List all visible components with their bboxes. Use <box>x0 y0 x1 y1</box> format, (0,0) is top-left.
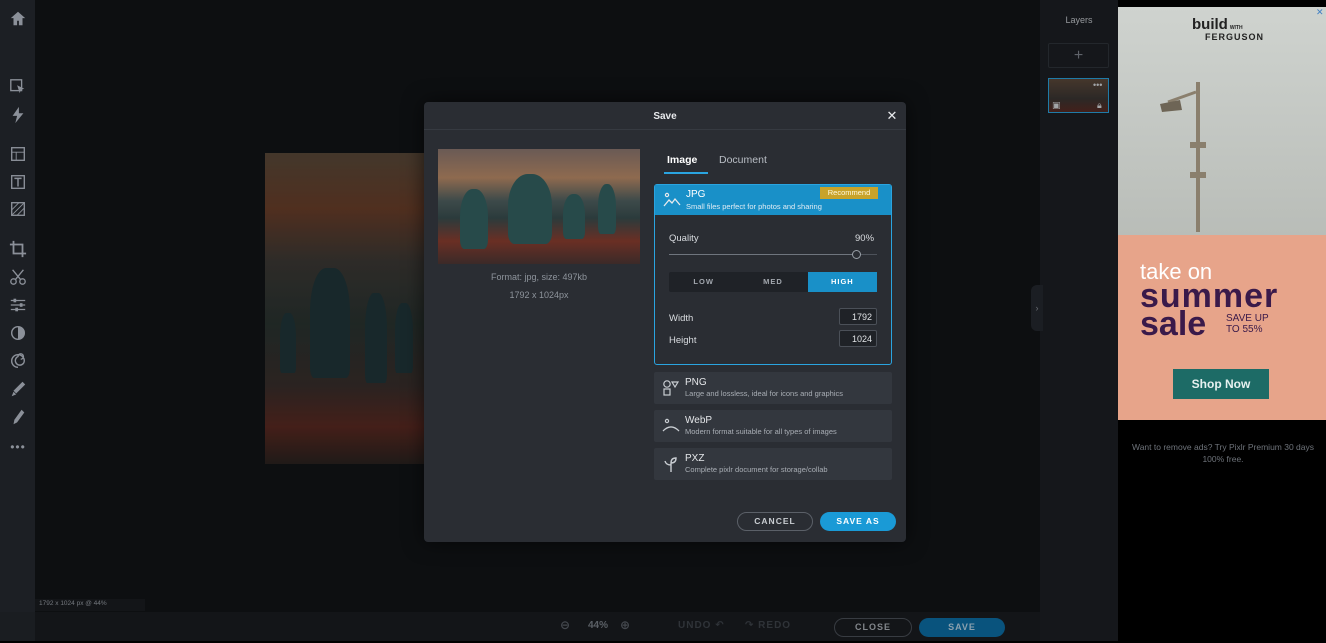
save-button[interactable]: SAVE <box>919 618 1005 637</box>
layer-options-icon[interactable]: ••• <box>1093 80 1102 90</box>
quality-preset-group: LOW MED HIGH <box>669 272 877 292</box>
webp-name: WebP <box>685 415 713 426</box>
quality-value: 90% <box>855 233 875 244</box>
quality-label: Quality <box>669 233 699 244</box>
dialog-title: Save <box>653 111 677 122</box>
layers-title: Layers <box>1065 15 1093 25</box>
collapse-panel-chevron-icon[interactable]: › <box>1031 285 1043 331</box>
close-button[interactable]: CLOSE <box>834 618 912 637</box>
save-dialog: Save ✕ Format: jpg, size: 497kb 1792 x 1… <box>424 102 906 542</box>
text-tool-icon[interactable] <box>6 171 30 193</box>
layer-thumbnail[interactable]: ••• ▣ 🔒︎ <box>1048 78 1109 113</box>
format-option-jpg[interactable]: JPG Small files perfect for photos and s… <box>654 184 892 365</box>
jpg-name: JPG <box>686 189 706 200</box>
ad-brand-build: build WITH <box>1192 16 1243 33</box>
quality-high-button[interactable]: HIGH <box>807 272 877 292</box>
preview-image <box>438 149 640 264</box>
dimensions-info: 1792 x 1024px <box>509 290 569 300</box>
quality-med-button[interactable]: MED <box>738 272 807 292</box>
jpg-desc: Small files perfect for photos and shari… <box>686 202 822 211</box>
cutout-tool-icon[interactable] <box>6 266 30 288</box>
webp-desc: Modern format suitable for all types of … <box>685 427 837 436</box>
undo-button[interactable]: UNDO ↶ <box>678 620 725 631</box>
ad-brand-ferguson: FERGUSON <box>1205 32 1265 42</box>
format-info: Format: jpg, size: 497kb <box>490 272 588 282</box>
pxz-icon <box>664 457 677 472</box>
home-icon[interactable] <box>6 8 30 30</box>
brush-tool-icon[interactable] <box>6 378 30 400</box>
remove-ads-text[interactable]: Want to remove ads? Try Pixlr Premium 30… <box>1128 441 1318 465</box>
cancel-button[interactable]: CANCEL <box>737 512 813 531</box>
save-as-button[interactable]: SAVE AS <box>820 512 896 531</box>
tab-document[interactable]: Document <box>719 154 767 166</box>
filter-tool-icon[interactable] <box>6 322 30 344</box>
quality-low-button[interactable]: LOW <box>669 272 738 292</box>
left-toolbar: ••• <box>0 0 35 641</box>
png-name: PNG <box>685 377 707 388</box>
zoom-out-icon[interactable]: ⊖ <box>560 618 571 632</box>
png-shapes-icon <box>663 380 680 396</box>
quick-edit-icon[interactable] <box>6 104 30 126</box>
pxz-name: PXZ <box>685 453 705 464</box>
format-option-webp[interactable]: WebP Modern format suitable for all type… <box>654 410 892 442</box>
canvas-status: 1792 x 1024 px @ 44% <box>35 599 145 611</box>
tab-image[interactable]: Image <box>667 154 697 166</box>
height-field[interactable] <box>839 330 877 347</box>
width-field[interactable] <box>839 308 877 325</box>
pxz-desc: Complete pixlr document for storage/coll… <box>685 465 828 474</box>
quality-slider-handle[interactable] <box>852 250 862 259</box>
layers-panel: Layers + ••• ▣ 🔒︎ <box>1040 0 1118 641</box>
ad-shop-now-button[interactable]: Shop Now <box>1173 369 1269 399</box>
arrange-tool-icon[interactable] <box>6 76 30 98</box>
close-icon[interactable]: ✕ <box>884 108 900 124</box>
layout-tool-icon[interactable] <box>6 143 30 165</box>
format-option-png[interactable]: PNG Large and lossless, ideal for icons … <box>654 372 892 404</box>
png-desc: Large and lossless, ideal for icons and … <box>685 389 844 398</box>
pattern-tool-icon[interactable] <box>6 198 30 220</box>
jpg-header[interactable]: JPG Small files perfect for photos and s… <box>655 185 891 215</box>
ad-sale: sale <box>1140 305 1207 343</box>
add-layer-button[interactable]: + <box>1048 43 1109 68</box>
more-tools-icon[interactable]: ••• <box>6 436 30 458</box>
retouch-tool-icon[interactable] <box>6 406 30 428</box>
active-tab-indicator <box>664 172 708 174</box>
quality-slider-fill <box>669 254 857 255</box>
height-label: Height <box>669 335 697 346</box>
image-layer-icon: ▣ <box>1052 100 1061 110</box>
crop-tool-icon[interactable] <box>6 238 30 260</box>
quality-slider[interactable] <box>669 250 877 259</box>
recommend-badge: Recommend <box>820 187 878 199</box>
width-label: Width <box>669 313 694 324</box>
ad-close-icon[interactable]: ✕ <box>1316 7 1324 18</box>
liquify-tool-icon[interactable] <box>6 350 30 372</box>
shower-icon <box>1160 82 1206 232</box>
advertisement[interactable]: build WITH FERGUSON ✕ take on summer sale… <box>1118 7 1326 420</box>
zoom-in-icon[interactable]: ⊕ <box>620 618 631 632</box>
lock-icon[interactable]: 🔒︎ <box>1097 100 1102 111</box>
webp-icon <box>662 418 680 432</box>
dialog-header: Save ✕ <box>424 102 906 130</box>
redo-button[interactable]: ↷ REDO <box>745 620 791 631</box>
jpg-image-icon <box>663 192 681 207</box>
format-option-pxz[interactable]: PXZ Complete pixlr document for storage/… <box>654 448 892 480</box>
ad-save-up: SAVE UP TO 55% <box>1226 313 1269 335</box>
adjust-tool-icon[interactable] <box>6 294 30 316</box>
zoom-level: 44% <box>588 620 609 631</box>
canvas-image[interactable] <box>265 153 437 464</box>
